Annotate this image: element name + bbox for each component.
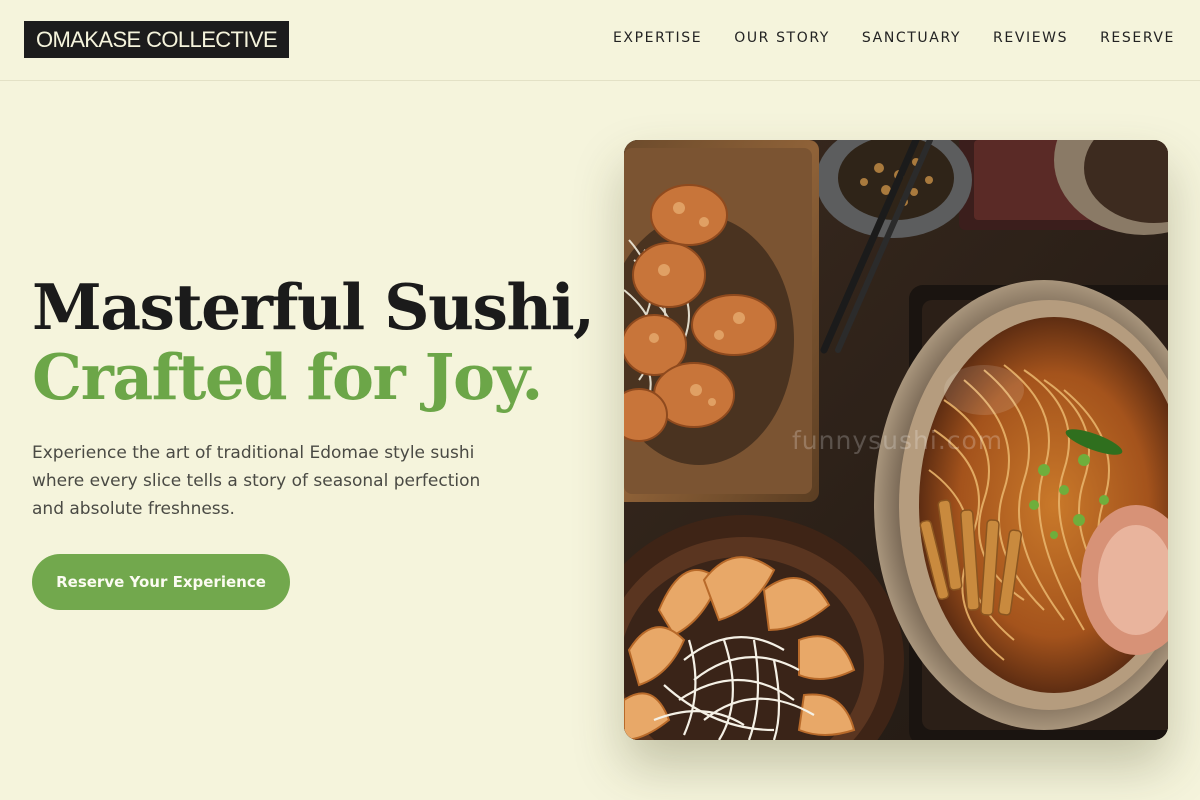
nav-item-reserve[interactable]: RESERVE [1100, 29, 1175, 47]
hero-title-line-1: Masterful Sushi, [32, 270, 595, 344]
site-header: OMAKASE COLLECTIVE EXPERTISE OUR STORY S… [0, 0, 1200, 81]
main-nav: EXPERTISE OUR STORY SANCTUARY REVIEWS RE… [613, 29, 1175, 47]
nav-item-our-story[interactable]: OUR STORY [734, 29, 830, 47]
hero-food-image: funnysushi.com [624, 140, 1168, 740]
nav-item-sanctuary[interactable]: SANCTUARY [862, 29, 961, 47]
hero-description: Experience the art of traditional Edomae… [32, 443, 481, 519]
image-watermark: funnysushi.com [792, 426, 1004, 455]
reserve-experience-button[interactable]: Reserve Your Experience [32, 554, 290, 610]
nav-item-reviews[interactable]: REVIEWS [993, 29, 1068, 47]
nav-item-expertise[interactable]: EXPERTISE [613, 29, 702, 47]
hero-title-line-2: Crafted for Joy. [32, 340, 543, 414]
brand-logo[interactable]: OMAKASE COLLECTIVE [24, 21, 290, 58]
hero-title: Masterful Sushi, Crafted for Joy. [32, 272, 612, 412]
